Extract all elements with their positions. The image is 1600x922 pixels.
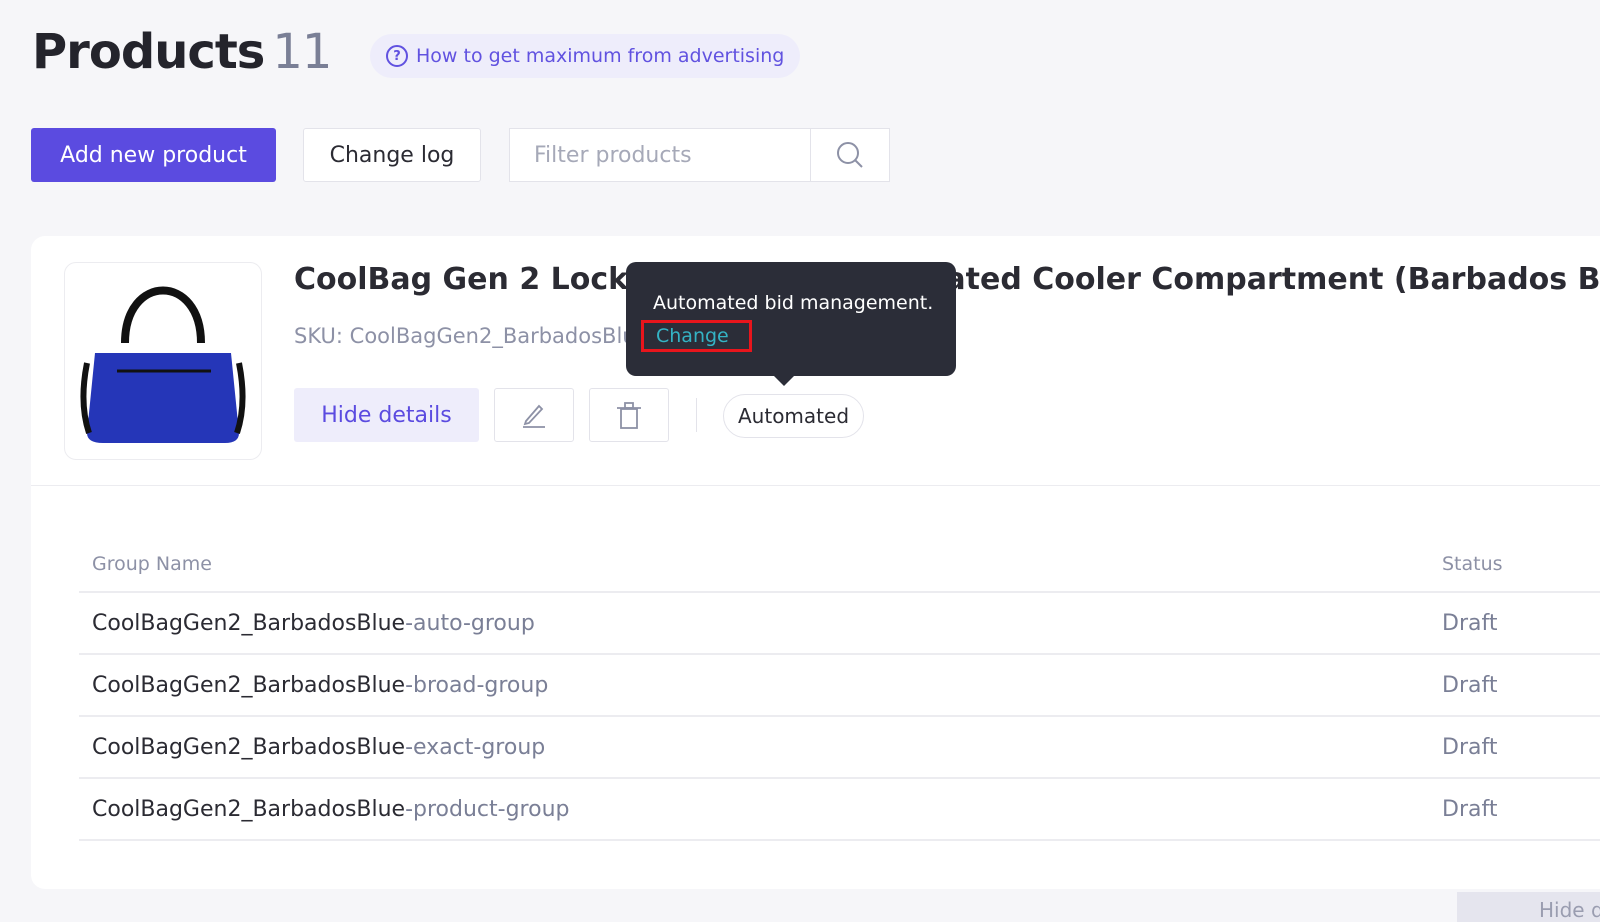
group-prefix: CoolBagGen2_BarbadosBlue [92, 610, 406, 636]
change-link[interactable]: Change [641, 320, 752, 352]
group-prefix: CoolBagGen2_BarbadosBlue [92, 672, 406, 698]
hide-details-bottom-button[interactable]: Hide d [1457, 892, 1600, 922]
column-header-d[interactable]: D [1589, 536, 1600, 593]
group-prefix: CoolBagGen2_BarbadosBlue [92, 734, 406, 760]
group-prefix: CoolBagGen2_BarbadosBlue [92, 796, 406, 822]
table-row[interactable]: CoolBagGen2_BarbadosBlue-exact-group Draf… [79, 716, 1600, 779]
product-sku: SKU: CoolBagGen2_BarbadosBlue [294, 324, 649, 348]
product-image [64, 262, 262, 460]
change-log-button[interactable]: Change log [303, 128, 481, 182]
group-name-cell[interactable]: CoolBagGen2_BarbadosBlue-exact-group [79, 716, 1429, 779]
group-name-cell[interactable]: CoolBagGen2_BarbadosBlue-broad-group [79, 654, 1429, 717]
edit-button[interactable] [494, 388, 574, 442]
group-suffix: -auto-group [405, 610, 535, 636]
status-cell: Draft [1429, 654, 1589, 717]
add-new-product-button[interactable]: Add new product [31, 128, 276, 182]
column-header-group-name[interactable]: Group Name [79, 536, 1429, 593]
hide-details-button[interactable]: Hide details [294, 388, 479, 442]
group-name-cell[interactable]: CoolBagGen2_BarbadosBlue-product-group [79, 778, 1429, 841]
table-row[interactable]: CoolBagGen2_BarbadosBlue-product-group Dr… [79, 778, 1600, 841]
group-suffix: -product-group [405, 796, 570, 822]
group-suffix: -broad-group [405, 672, 549, 698]
table-row[interactable]: CoolBagGen2_BarbadosBlue-broad-group Draf… [79, 654, 1600, 717]
card-divider [31, 485, 1600, 486]
help-link-label: How to get maximum from advertising [416, 45, 785, 67]
group-suffix: -exact-group [405, 734, 546, 760]
status-cell: Draft [1429, 592, 1589, 655]
tooltip: Automated bid management. Change [626, 262, 956, 386]
delete-button[interactable] [589, 388, 669, 442]
status-cell: Draft [1429, 716, 1589, 779]
page-title: Products 11 [32, 24, 332, 80]
filter-input[interactable] [510, 129, 810, 181]
pencil-icon [523, 404, 545, 428]
trash-icon [617, 402, 641, 429]
search-button[interactable] [810, 129, 889, 181]
empty-cell [1589, 592, 1600, 655]
question-icon: ? [386, 45, 408, 67]
tooltip-text: Automated bid management. [653, 292, 934, 314]
column-header-status[interactable]: Status [1429, 536, 1589, 593]
groups-table: Group Name Status D CoolBagGen2_Barbados… [79, 536, 1600, 841]
bag-image [80, 286, 246, 443]
empty-cell [1589, 654, 1600, 717]
group-name-cell[interactable]: CoolBagGen2_BarbadosBlue-auto-group [79, 592, 1429, 655]
filter-box [509, 128, 890, 182]
empty-cell [1589, 778, 1600, 841]
table-row[interactable]: CoolBagGen2_BarbadosBlue-auto-group Draft [79, 592, 1600, 655]
product-count: 11 [272, 24, 332, 80]
title-text: Products [32, 24, 265, 80]
search-icon [837, 142, 863, 168]
divider [696, 398, 697, 432]
status-cell: Draft [1429, 778, 1589, 841]
help-link[interactable]: ? How to get maximum from advertising [370, 34, 801, 78]
bid-mode-badge[interactable]: Automated [723, 394, 865, 438]
empty-cell [1589, 716, 1600, 779]
